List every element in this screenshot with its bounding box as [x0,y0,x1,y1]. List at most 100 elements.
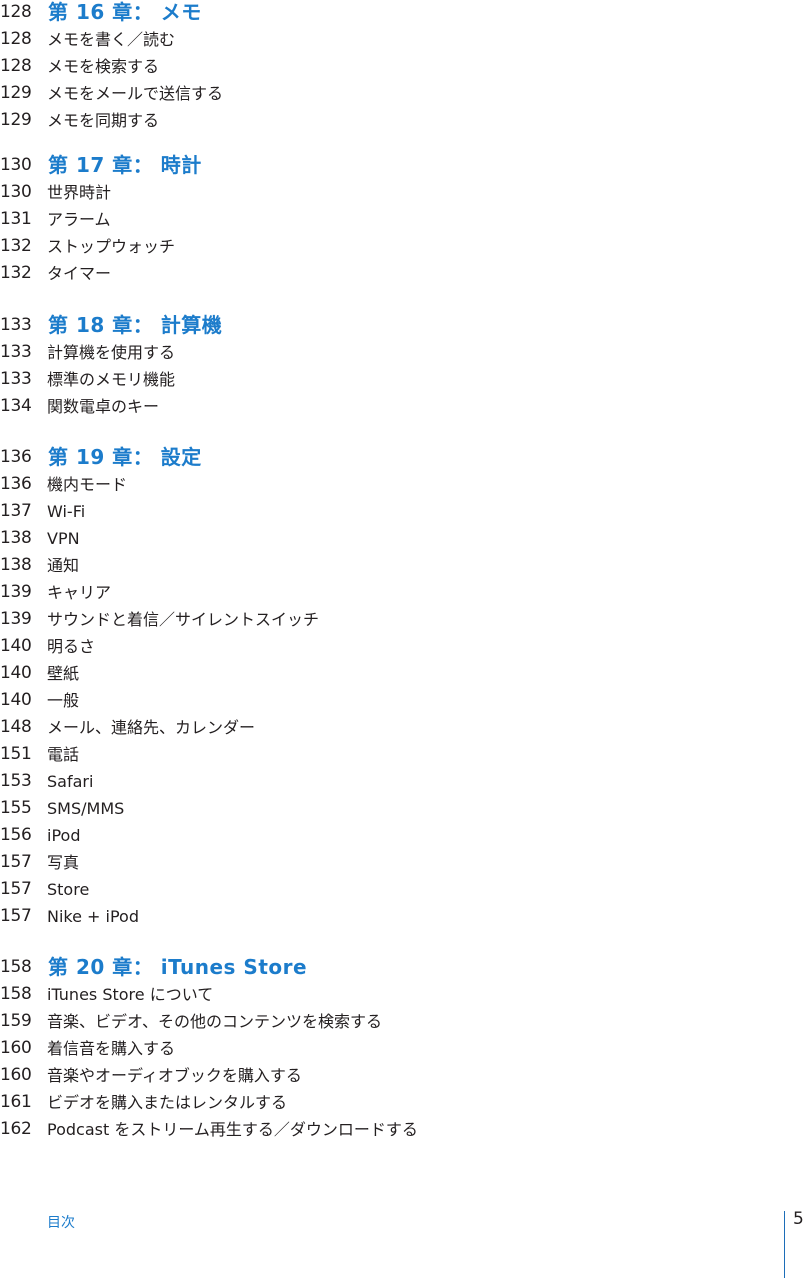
entry-page-number: 140 [0,663,32,683]
entry-title: タイマー [47,264,112,283]
entry-title: メール、連絡先、カレンダー [47,718,256,737]
entry-page-number: 139 [0,582,32,602]
toc-entry[interactable]: 137 Wi-Fi [0,498,806,525]
toc-entry[interactable]: 129 メモをメールで送信する [0,80,806,107]
toc-entry[interactable]: 131 アラーム [0,206,806,233]
toc-entry[interactable]: 136 機内モード [0,471,806,498]
toc-entry[interactable]: 156 iPod [0,822,806,849]
toc-entry[interactable]: 132 タイマー [0,260,806,287]
entry-page-number: 153 [0,771,32,791]
entry-title: 電話 [47,745,80,764]
entry-page-number: 129 [0,83,32,103]
entry-page-number: 132 [0,236,32,256]
entry-title: 着信音を購入する [47,1039,176,1058]
entry-title: 音楽、ビデオ、その他のコンテンツを検索する [47,1012,383,1031]
entry-page-number: 159 [0,1011,32,1031]
toc-entry[interactable]: 129 メモを同期する [0,107,806,134]
toc-entry[interactable]: 153 Safari [0,768,806,795]
entry-page-number: 151 [0,744,32,764]
entry-title: サウンドと着信／サイレントスイッチ [47,610,320,629]
entry-title: メモを書く／読む [47,30,176,49]
entry-title: ストップウォッチ [47,237,176,256]
entry-title: 写真 [47,853,80,872]
chapter-heading[interactable]: 158 第 20 章： iTunes Store [0,955,806,981]
entry-page-number: 130 [0,182,32,202]
toc-entry[interactable]: 157 Nike + iPod [0,903,806,930]
chapter-heading[interactable]: 136 第 19 章： 設定 [0,445,806,471]
toc-entry[interactable]: 160 音楽やオーディオブックを購入する [0,1062,806,1089]
toc-entry[interactable]: 148 メール、連絡先、カレンダー [0,714,806,741]
toc-entry[interactable]: 139 サウンドと着信／サイレントスイッチ [0,606,806,633]
toc-entry[interactable]: 138 通知 [0,552,806,579]
toc-entry[interactable]: 140 明るさ [0,633,806,660]
entry-title: 壁紙 [47,664,80,683]
chapter-section: 130 第 17 章： 時計 130 世界時計 131 アラーム 132 ストップウォッチ 13… [0,153,806,287]
entry-title: Store [47,880,90,899]
chapter-title: 第 16 章： メモ [48,0,202,24]
chapter-page-number: 158 [0,957,32,977]
entry-page-number: 128 [0,29,32,49]
chapter-title: 第 20 章： iTunes Store [48,955,308,979]
toc-entry[interactable]: 160 着信音を購入する [0,1035,806,1062]
chapter-page-number: 136 [0,447,32,467]
entry-title: iTunes Store について [47,985,214,1004]
toc-entry[interactable]: 134 関数電卓のキー [0,393,806,420]
entry-title: 計算機を使用する [47,343,176,362]
toc-entry[interactable]: 157 Store [0,876,806,903]
toc-entry[interactable]: 128 メモを書く／読む [0,26,806,53]
entry-page-number: 148 [0,717,32,737]
entry-title: アラーム [47,210,111,229]
toc-entry[interactable]: 151 電話 [0,741,806,768]
entry-page-number: 158 [0,984,32,1004]
entry-title: 標準のメモリ機能 [47,370,176,389]
entry-title: キャリア [47,583,112,602]
entry-page-number: 129 [0,110,32,130]
footer-divider [784,1211,785,1278]
chapter-heading[interactable]: 128 第 16 章： メモ [0,0,806,26]
entry-title: メモを同期する [47,111,160,130]
entry-page-number: 131 [0,209,32,229]
entry-title: 機内モード [47,475,128,494]
toc-entry[interactable]: 128 メモを検索する [0,53,806,80]
toc-entry[interactable]: 132 ストップウォッチ [0,233,806,260]
chapter-page-number: 133 [0,315,32,335]
entry-title: Safari [47,772,94,791]
entry-title: 一般 [47,691,80,710]
entry-title: iPod [47,826,81,845]
toc-entry[interactable]: 140 一般 [0,687,806,714]
entry-page-number: 138 [0,528,32,548]
footer-section-label: 目次 [47,1215,75,1231]
toc-entry[interactable]: 133 標準のメモリ機能 [0,366,806,393]
entry-page-number: 161 [0,1092,32,1112]
chapter-heading[interactable]: 133 第 18 章： 計算機 [0,313,806,339]
entry-page-number: 134 [0,396,32,416]
entry-page-number: 140 [0,690,32,710]
entry-title: Nike + iPod [47,907,139,926]
entry-page-number: 160 [0,1065,32,1085]
entry-title: メモを検索する [47,57,160,76]
toc-entry[interactable]: 130 世界時計 [0,179,806,206]
chapter-section: 128 第 16 章： メモ 128 メモを書く／読む 128 メモを検索する 129 メモを… [0,0,806,134]
chapter-title: 第 19 章： 設定 [48,445,202,469]
entry-page-number: 139 [0,609,32,629]
chapter-heading[interactable]: 130 第 17 章： 時計 [0,153,806,179]
toc-entry[interactable]: 162 Podcast をストリーム再生する／ダウンロードする [0,1116,806,1143]
entry-title: 通知 [47,556,80,575]
toc-entry[interactable]: 140 壁紙 [0,660,806,687]
toc-entry[interactable]: 158 iTunes Store について [0,981,806,1008]
entry-page-number: 133 [0,342,32,362]
toc-entry[interactable]: 159 音楽、ビデオ、その他のコンテンツを検索する [0,1008,806,1035]
toc-entry[interactable]: 138 VPN [0,525,806,552]
toc-entry[interactable]: 133 計算機を使用する [0,339,806,366]
toc-entry[interactable]: 161 ビデオを購入またはレンタルする [0,1089,806,1116]
entry-title: SMS/MMS [47,799,125,818]
entry-page-number: 157 [0,906,32,926]
toc-entry[interactable]: 155 SMS/MMS [0,795,806,822]
entry-page-number: 157 [0,879,32,899]
entry-page-number: 133 [0,369,32,389]
toc-entry[interactable]: 139 キャリア [0,579,806,606]
toc-entry[interactable]: 157 写真 [0,849,806,876]
entry-page-number: 155 [0,798,32,818]
entry-page-number: 162 [0,1119,32,1139]
entry-page-number: 132 [0,263,32,283]
